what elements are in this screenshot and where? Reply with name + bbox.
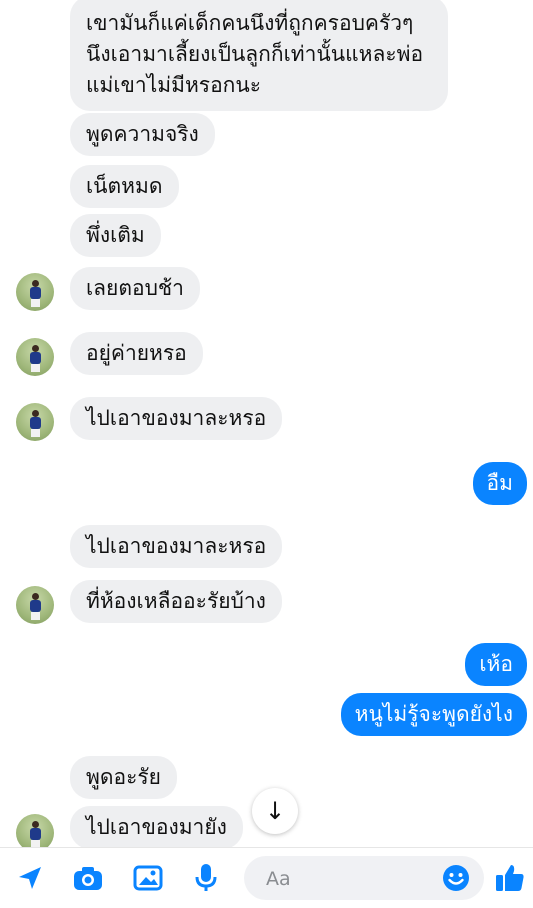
message-bubble-outgoing[interactable]: อืม — [472, 462, 527, 505]
message-line: แม่เขาไม่มีหรอกนะ — [86, 73, 262, 97]
message-input-wrapper[interactable] — [244, 856, 484, 900]
message-bubble-incoming[interactable]: พึ่งเติม — [70, 214, 161, 257]
message-line: นึงเอามาเลี้ยงเป็นลูกก็เท่านั้นแหละพ่อ — [86, 42, 424, 66]
emoji-icon[interactable] — [442, 864, 470, 892]
send-location-icon[interactable] — [10, 858, 50, 898]
like-icon[interactable] — [490, 858, 530, 898]
camera-icon[interactable] — [68, 858, 108, 898]
message-bubble-incoming[interactable]: ที่ห้องเหลืออะรัยบ้าง — [70, 580, 282, 623]
message-bubble-incoming[interactable]: ไปเอาของมาละหรอ — [70, 397, 283, 440]
gallery-icon[interactable] — [128, 858, 168, 898]
microphone-icon[interactable] — [186, 858, 226, 898]
message-line: เขามันก็แค่เด็กคนนึงที่ถูกครอบครัวๆ — [86, 11, 414, 35]
message-bubble-outgoing[interactable]: หนูไม่รู้จะพูดยังไง — [340, 693, 527, 736]
contact-avatar[interactable] — [16, 403, 54, 441]
message-bubble-incoming[interactable]: ไปเอาของมาละหรอ — [70, 525, 283, 568]
contact-avatar[interactable] — [16, 338, 54, 376]
chat-thread[interactable]: เขามันก็แค่เด็กคนนึงที่ถูกครอบครัวๆ นึงเ… — [0, 0, 533, 847]
message-bubble-incoming[interactable]: พูดอะรัย — [70, 756, 177, 799]
arrow-down-icon: ↓ — [264, 797, 286, 825]
contact-avatar[interactable] — [16, 273, 54, 311]
message-bubble-incoming[interactable]: พูดความจริง — [70, 113, 215, 156]
contact-avatar[interactable] — [16, 586, 54, 624]
message-bubble-outgoing[interactable]: เห้อ — [465, 643, 527, 686]
scroll-to-bottom-button[interactable]: ↓ — [252, 788, 298, 834]
message-bubble-incoming[interactable]: เลยตอบช้า — [70, 267, 200, 310]
message-input[interactable] — [264, 865, 418, 893]
contact-avatar[interactable] — [16, 814, 54, 847]
message-bubble-incoming[interactable]: อยู่ค่ายหรอ — [70, 332, 203, 375]
message-composer — [0, 847, 533, 908]
message-bubble-incoming[interactable]: เน็ตหมด — [70, 165, 179, 208]
message-bubble-incoming[interactable]: ไปเอาของมายัง — [70, 806, 243, 847]
message-bubble-incoming[interactable]: เขามันก็แค่เด็กคนนึงที่ถูกครอบครัวๆ นึงเ… — [70, 0, 448, 111]
